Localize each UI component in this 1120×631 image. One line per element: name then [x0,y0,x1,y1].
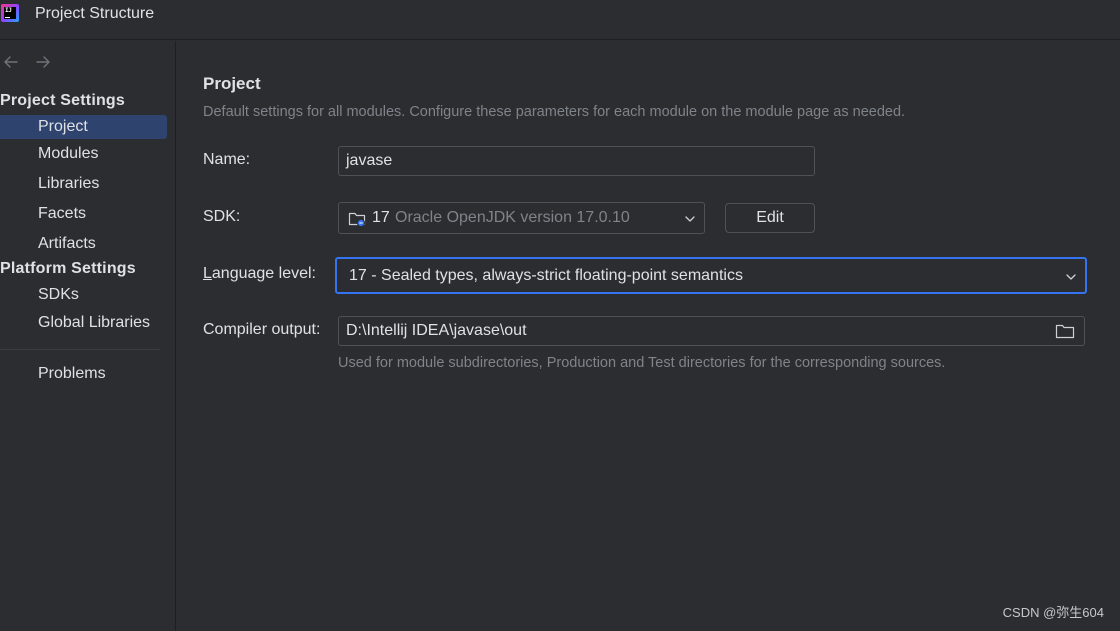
sidebar-item-modules[interactable]: Modules [0,142,167,166]
sidebar: Project Settings Project Modules Librari… [0,41,176,631]
sidebar-item-project[interactable]: Project [0,115,167,139]
sdk-version: 17 [372,209,390,226]
chevron-down-icon [1066,274,1076,280]
folder-icon[interactable] [1055,322,1075,340]
sidebar-item-problems[interactable]: Problems [0,362,167,386]
jdk-folder-icon [348,209,368,228]
project-structure-window: IJ Project Structure Project Settings Pr… [0,0,1120,631]
language-level-accelerator: L [203,265,212,282]
compiler-output-input[interactable]: D:\Intellij IDEA\javase\out [338,316,1085,346]
name-label: Name: [203,151,251,168]
language-level-label: Language level: [203,265,316,283]
sidebar-item-artifacts[interactable]: Artifacts [0,232,167,256]
sdk-name: Oracle OpenJDK version 17.0.10 [395,209,630,226]
platform-settings-header: Platform Settings [0,260,136,277]
sdk-combobox[interactable]: 17 Oracle OpenJDK version 17.0.10 [338,202,705,234]
sidebar-item-facets[interactable]: Facets [0,202,167,226]
intellij-logo-icon: IJ [1,4,19,22]
edit-sdk-button[interactable]: Edit [725,203,815,233]
arrow-right-icon[interactable] [34,51,52,73]
name-input[interactable]: javase [338,146,815,176]
compiler-output-value: D:\Intellij IDEA\javase\out [346,322,527,339]
sdk-label: SDK: [203,208,241,225]
section-description: Default settings for all modules. Config… [203,104,906,120]
compiler-output-hint: Used for module subdirectories, Producti… [338,355,946,371]
sidebar-item-libraries[interactable]: Libraries [0,172,167,196]
window-title: Project Structure [35,5,155,22]
title-bar: IJ Project Structure [0,0,1120,40]
language-level-value: 17 - Sealed types, always-strict floatin… [349,267,743,284]
language-level-combobox[interactable]: 17 - Sealed types, always-strict floatin… [335,257,1087,294]
sidebar-separator [0,349,160,350]
sidebar-item-global-libraries[interactable]: Global Libraries [0,311,167,335]
project-settings-header: Project Settings [0,92,126,109]
compiler-output-label: Compiler output: [203,321,321,338]
chevron-down-icon [685,216,695,222]
language-level-label-text: anguage level: [211,265,316,282]
sidebar-item-sdks[interactable]: SDKs [0,283,167,307]
watermark: CSDN @弥生604 [1002,605,1104,620]
project-settings-panel: Project Default settings for all modules… [177,41,1120,631]
section-title: Project [203,74,261,93]
logo-letters: IJ [5,7,12,14]
arrow-left-icon[interactable] [2,51,20,73]
name-input-value: javase [346,152,393,169]
